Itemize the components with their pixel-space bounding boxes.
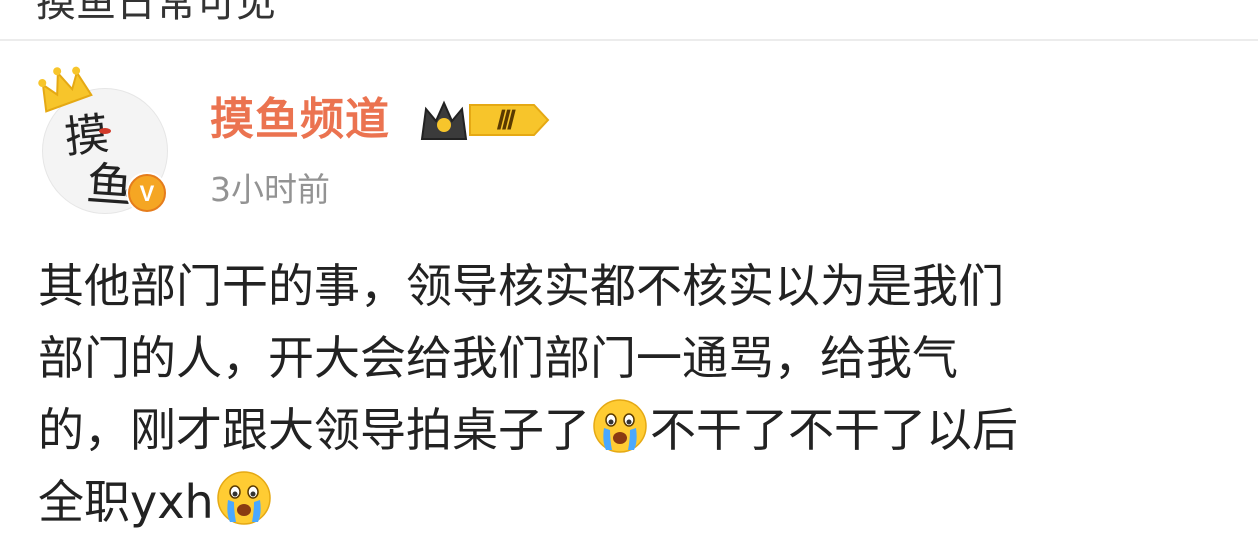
post-text-segment: 不干了不干了以后: [650, 403, 1018, 457]
verified-badge-icon: V: [126, 172, 168, 214]
crown-icon: [38, 66, 93, 113]
post-text-segment: 部门的人，开大会给我们部门一通骂，给我气: [38, 331, 958, 385]
post-line-1: 其他部门干的事，领导核实都不核实以为是我们: [38, 250, 1238, 322]
post-text-segment: 全职yxh: [38, 475, 214, 529]
previous-item-text: 摸鱼日常可见: [36, 0, 276, 26]
crying-emoji-icon: [216, 471, 271, 525]
post-text-segment: 的，刚才跟大领导拍桌子了: [38, 403, 590, 457]
post-line-2: 部门的人，开大会给我们部门一通骂，给我气: [38, 322, 1238, 394]
post-timestamp: 3小时前: [210, 170, 330, 209]
svg-text:Ⅲ: Ⅲ: [495, 106, 516, 135]
svg-text:V: V: [140, 181, 155, 206]
post-body: 其他部门干的事，领导核实都不核实以为是我们 部门的人，开大会给我们部门一通骂，给…: [38, 250, 1238, 538]
post-text-segment: 其他部门干的事，领导核实都不核实以为是我们: [38, 259, 1004, 313]
previous-item-fragment: 摸鱼日常可见: [0, 0, 1258, 40]
crying-emoji-icon: [593, 399, 647, 453]
svg-text:摸: 摸: [62, 108, 111, 163]
post-line-3: 的，刚才跟大领导拍桌子了 不干了不干了以后: [38, 394, 1238, 466]
divider: [0, 39, 1258, 41]
level-badge-icon[interactable]: Ⅲ: [416, 95, 552, 145]
post-line-4: 全职yxh: [38, 466, 1238, 538]
author-name[interactable]: 摸鱼频道: [210, 92, 390, 148]
